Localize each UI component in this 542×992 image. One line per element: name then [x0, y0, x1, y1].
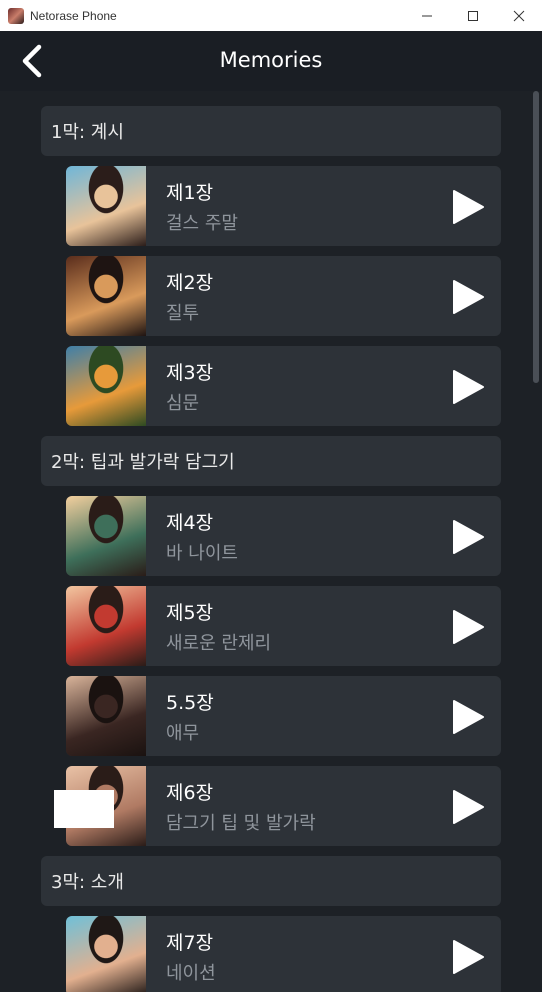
minimize-button[interactable]: [404, 0, 450, 31]
chapter-subtitle: 네이션: [166, 963, 216, 984]
chapter-subtitle: 새로운 란제리: [166, 633, 272, 654]
play-icon[interactable]: [451, 370, 485, 404]
page-title: Memories: [219, 48, 323, 72]
chapter-subtitle: 애무: [166, 723, 200, 744]
chapter-thumbnail: [66, 256, 146, 336]
chapter-card[interactable]: 제5장새로운 란제리: [66, 586, 501, 666]
play-icon[interactable]: [451, 280, 485, 314]
maximize-icon: [468, 10, 478, 21]
play-icon[interactable]: [451, 610, 485, 644]
act-header: 2막: 팁과 발가락 담그기: [41, 436, 501, 486]
chapter-card[interactable]: 제7장네이션: [66, 916, 501, 992]
chapter-card[interactable]: 제4장바 나이트: [66, 496, 501, 576]
chapter-title: 제7장: [166, 932, 214, 954]
memories-list[interactable]: 1막: 계시제1장걸스 주말제2장질투제3장심문 2막: 팁과 발가락 담그기제4…: [0, 91, 542, 992]
chapter-title: 5.5장: [166, 692, 214, 714]
chapter-thumbnail: [66, 916, 146, 992]
chapter-title: 제1장: [166, 182, 214, 204]
chapter-card[interactable]: 제3장심문: [66, 346, 501, 426]
chapter-subtitle: 심문: [166, 393, 200, 414]
chapter-card[interactable]: 제2장질투: [66, 256, 501, 336]
chapter-subtitle: 바 나이트: [166, 543, 238, 564]
window-titlebar: Netorase Phone: [0, 0, 542, 32]
censor-box: [54, 790, 114, 828]
chapter-card[interactable]: 제6장담그기 팁 및 발가락: [54, 766, 501, 846]
chapter-card[interactable]: 5.5장애무: [66, 676, 501, 756]
maximize-button[interactable]: [450, 0, 496, 31]
play-icon[interactable]: [451, 700, 485, 734]
play-icon[interactable]: [451, 520, 485, 554]
chapter-thumbnail: [66, 676, 146, 756]
memories-list-content: 1막: 계시제1장걸스 주말제2장질투제3장심문 2막: 팁과 발가락 담그기제4…: [0, 106, 542, 992]
app-header: Memories: [0, 31, 542, 91]
chapter-title: 제4장: [166, 512, 214, 534]
close-button[interactable]: [496, 0, 542, 31]
chapter-subtitle: 담그기 팁 및 발가락: [166, 813, 316, 834]
play-icon[interactable]: [451, 940, 485, 974]
chapter-title: 제5장: [166, 602, 214, 624]
play-icon[interactable]: [451, 190, 485, 224]
chapter-subtitle: 질투: [166, 303, 200, 324]
minimize-icon: [422, 15, 432, 16]
chapter-thumbnail: [66, 496, 146, 576]
act-header: 1막: 계시: [41, 106, 501, 156]
app-icon: [8, 7, 24, 24]
close-icon: [513, 10, 525, 21]
chapter-thumbnail: [66, 346, 146, 426]
chapter-subtitle: 걸스 주말: [166, 213, 238, 234]
chapter-title: 제2장: [166, 272, 214, 294]
chapter-title: 제6장: [166, 782, 214, 804]
chapter-card[interactable]: 제1장걸스 주말: [66, 166, 501, 246]
chapter-title: 제3장: [166, 362, 214, 384]
app-window: Netorase Phone Memories 1막: 계시제1장걸스 주말제2…: [0, 0, 542, 992]
act-header: 3막: 소개: [41, 856, 501, 906]
window-controls: [404, 0, 542, 31]
chapter-thumbnail: [66, 166, 146, 246]
window-title: Netorase Phone: [30, 8, 117, 23]
scrollbar-thumb[interactable]: [533, 91, 539, 383]
play-icon[interactable]: [451, 790, 485, 824]
chapter-thumbnail: [66, 586, 146, 666]
